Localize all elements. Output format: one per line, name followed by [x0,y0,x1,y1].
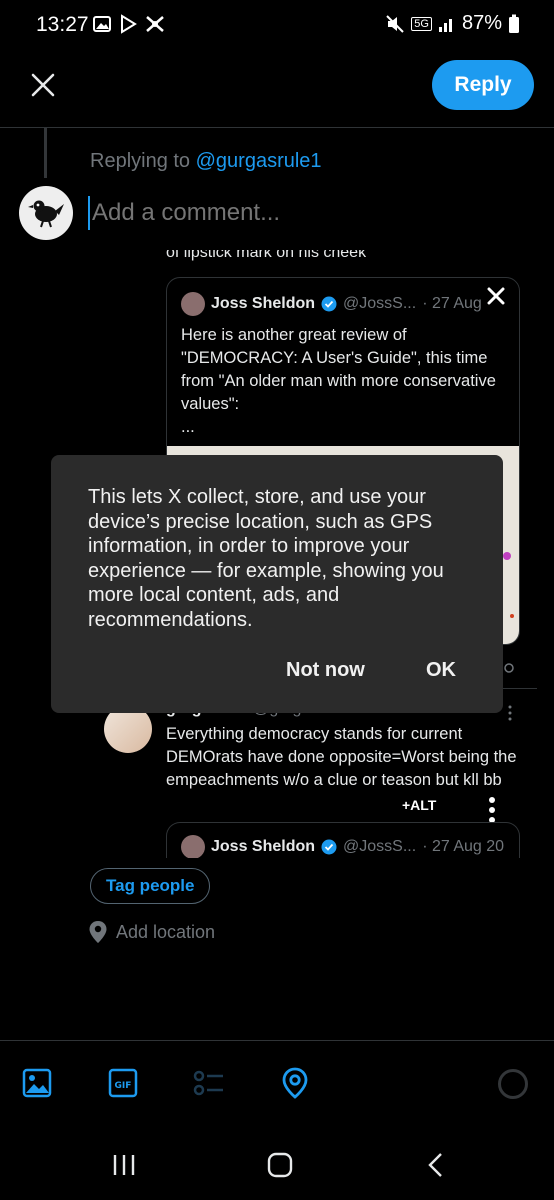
vertical-dots-icon [489,797,495,823]
quoted-tweet-handle: @JossS... [343,295,417,312]
location-pin-icon [89,921,107,943]
character-counter [498,1069,528,1099]
quoted-tweet-card-2[interactable]: Joss Sheldon @JossS... · 27 Aug 20 [166,822,520,858]
status-right: 5G 87% [385,12,520,35]
add-location-button[interactable]: Add location [88,920,215,944]
status-bar: 13:27 5G 87% [0,0,554,54]
back-button[interactable] [416,1150,456,1180]
location-permission-dialog: This lets X collect, store, and use your… [51,455,503,713]
reply-tweet-body: Everything democracy stands for current … [166,725,517,789]
signal-icon [438,18,452,32]
gallery-icon [93,16,111,32]
quoted-tweet-2-date: · 27 Aug 20 [422,838,505,855]
thread-line [44,128,47,178]
quoted-tweet-body: Here is another great review of "DEMOCRA… [181,326,496,436]
remove-quote-button[interactable] [482,282,510,310]
add-location-label: Add location [116,921,216,942]
poll-icon [193,1070,223,1096]
add-poll-button[interactable] [193,1067,225,1099]
add-gif-button[interactable]: GIF [107,1067,139,1099]
battery-percent: 87% [461,12,502,34]
avatar[interactable] [19,186,73,240]
network-type: 5G [411,16,432,31]
close-button[interactable] [24,66,62,104]
more-options-icon[interactable] [506,704,514,722]
quoted-tweet-2-name: Joss Sheldon [211,838,316,855]
replying-to-handle[interactable]: @gurgasrule1 [196,150,322,172]
quoted-tweet-2-header: Joss Sheldon @JossS... · 27 Aug 20 [181,835,504,858]
quoted-tweet-action-icon [503,662,515,677]
reply-button[interactable]: Reply [432,60,534,110]
home-icon [267,1152,293,1178]
recent-apps-button[interactable] [104,1150,144,1180]
compose-top-bar: Reply [0,54,554,128]
quoted-tweet-header: Joss Sheldon @JossS... · 27 Aug [181,292,482,316]
gif-icon: GIF [108,1068,138,1098]
recent-apps-icon [113,1155,135,1175]
image-icon [22,1068,52,1098]
compose-toolbar: GIF [0,1040,554,1130]
comment-input[interactable] [88,196,508,230]
add-location-toolbar-button[interactable] [279,1067,311,1099]
replying-to-prefix: Replying to [90,150,196,172]
back-icon [428,1153,442,1177]
battery-icon [509,14,519,33]
dialog-message: This lets X collect, store, and use your… [88,486,444,631]
alt-badge[interactable]: +ALT [402,797,436,813]
bird-avatar-icon [28,200,64,228]
quoted-tweet-name: Joss Sheldon [211,295,316,312]
close-icon [487,287,505,305]
settings-icon [504,663,514,673]
add-image-button[interactable] [21,1067,53,1099]
quoted-tweet-2-avatar [181,835,205,858]
svg-text:GIF: GIF [115,1081,132,1091]
replying-to: Replying to @gurgasrule1 [90,150,322,173]
quoted-tweet-avatar [181,292,205,316]
play-store-icon [121,14,137,34]
status-time: 13:27 [36,13,89,36]
quoted-tweet-2-handle: @JossS... [343,838,417,855]
divider [503,688,537,689]
location-pin-icon [282,1067,308,1099]
home-button[interactable] [260,1150,300,1180]
status-notification-icons [92,14,166,34]
verified-icon [321,296,337,312]
mute-icon [386,14,404,33]
close-icon [31,73,55,97]
context-tweet-text: of lipstick mark on his cheek [166,250,367,261]
media-options-button[interactable] [480,796,504,824]
quoted-tweet-date: · 27 Aug [422,295,482,312]
not-now-button[interactable]: Not now [286,659,365,682]
tools-icon [146,16,164,32]
tag-people-button[interactable]: Tag people [90,868,211,904]
ok-button[interactable]: OK [426,659,456,682]
verified-icon [321,839,337,855]
system-navigation-bar [0,1130,554,1200]
